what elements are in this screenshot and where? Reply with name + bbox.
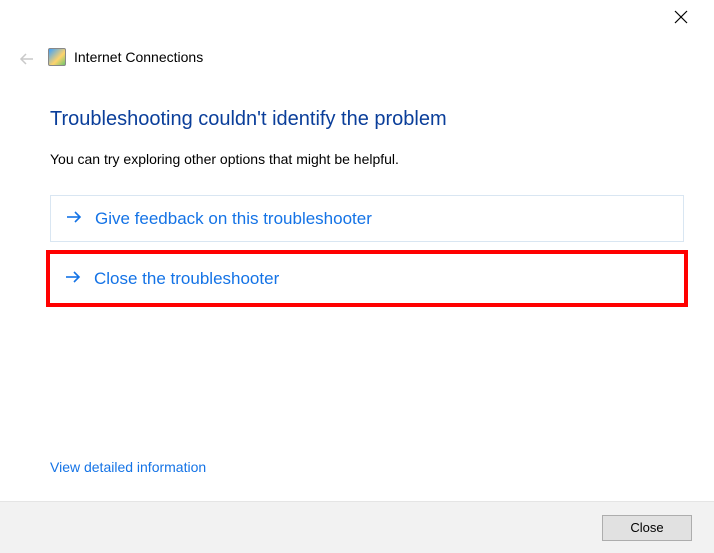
page-heading: Troubleshooting couldn't identify the pr… — [50, 108, 684, 131]
main-content: Troubleshooting couldn't identify the pr… — [50, 108, 684, 315]
window-close-button[interactable] — [674, 10, 694, 30]
option-label: Close the troubleshooter — [94, 269, 279, 289]
arrow-right-icon — [65, 208, 83, 229]
header: Internet Connections — [48, 48, 203, 66]
footer: Close — [0, 501, 714, 553]
option-close-troubleshooter[interactable]: Close the troubleshooter — [50, 254, 684, 303]
arrow-right-icon — [64, 268, 82, 289]
window-title: Internet Connections — [74, 49, 203, 65]
option-give-feedback[interactable]: Give feedback on this troubleshooter — [50, 195, 684, 242]
view-detailed-information-link[interactable]: View detailed information — [50, 459, 206, 475]
back-arrow-icon — [18, 50, 36, 72]
option-label: Give feedback on this troubleshooter — [95, 209, 372, 229]
page-subtext: You can try exploring other options that… — [50, 151, 684, 167]
close-button[interactable]: Close — [602, 515, 692, 541]
troubleshooter-app-icon — [48, 48, 66, 66]
close-icon — [674, 10, 688, 24]
